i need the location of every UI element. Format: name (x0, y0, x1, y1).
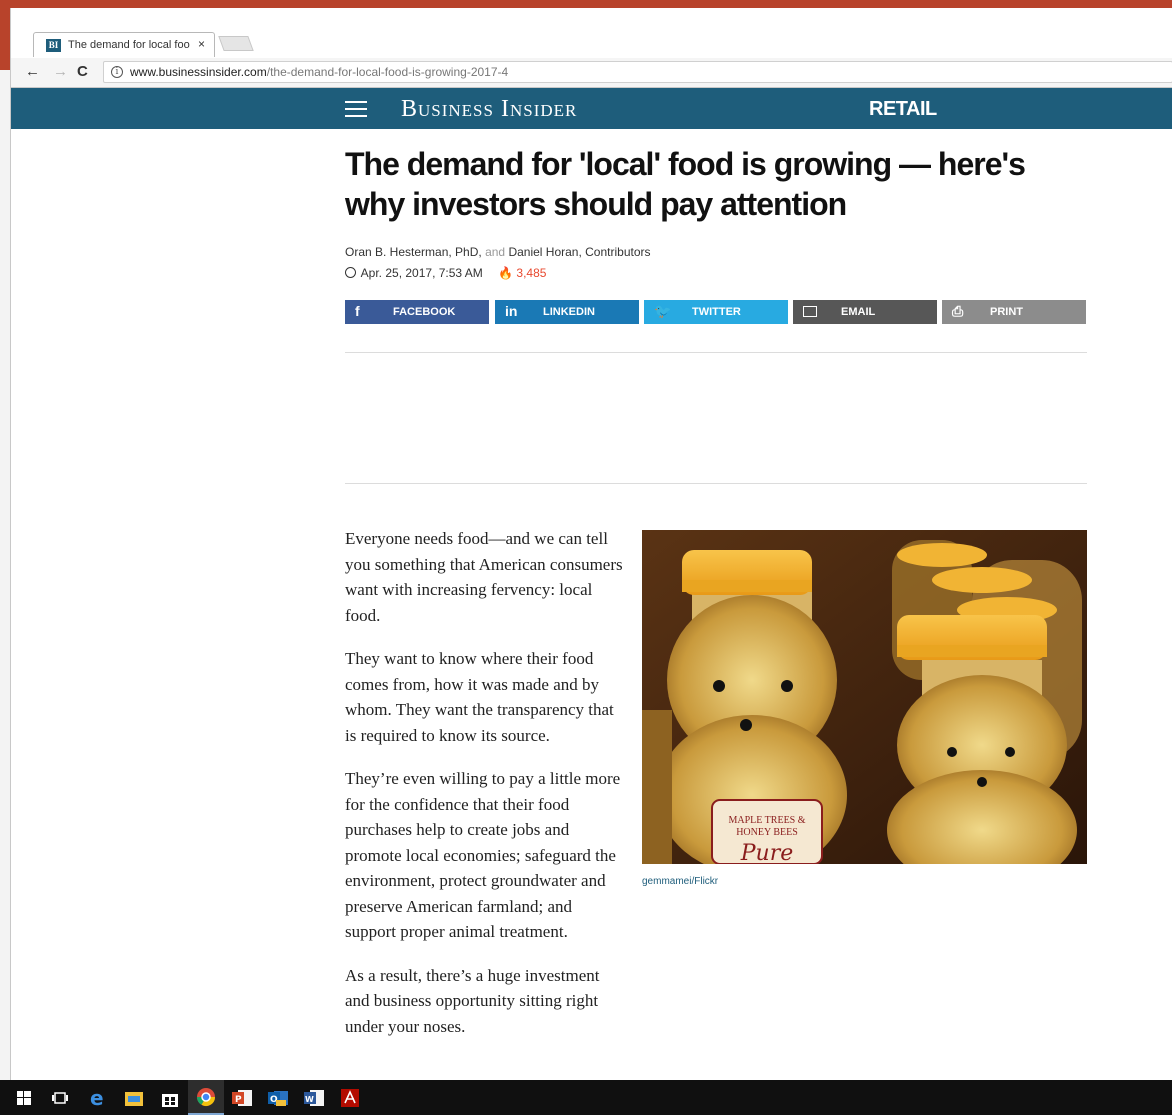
powerpoint-icon[interactable]: P (224, 1080, 260, 1115)
article-body: Everyone needs food—and we can tell you … (345, 526, 625, 1057)
address-bar[interactable]: i www.businessinsider.com/the-demand-for… (103, 61, 1172, 83)
byline: Oran B. Hesterman, PhD, and Daniel Horan… (345, 245, 651, 259)
task-view-icon[interactable] (42, 1080, 78, 1115)
flame-icon: 🔥 (498, 266, 514, 280)
author-link[interactable]: Oran B. Hesterman, PhD, (345, 245, 482, 259)
url-text: www.businessinsider.com/the-demand-for-l… (130, 65, 509, 79)
file-explorer-icon[interactable] (116, 1080, 152, 1115)
share-bar: f FACEBOOK in LINKEDIN 🐦 TWITTER EMAIL ⎙… (345, 300, 1087, 324)
honey-jars-photo: MAPLE TREES & HONEY BEES Pure (642, 530, 1087, 864)
site-header: Business Insider RETAIL (11, 88, 1172, 129)
print-button[interactable]: ⎙ PRINT (942, 300, 1086, 324)
divider (345, 483, 1087, 484)
new-tab-button[interactable] (218, 36, 254, 51)
paragraph: Everyone needs food—and we can tell you … (345, 529, 623, 625)
envelope-icon (803, 306, 817, 317)
close-tab-icon[interactable]: × (198, 37, 205, 51)
acrobat-icon[interactable] (332, 1080, 368, 1115)
view-count: 3,485 (516, 266, 547, 280)
tab-title: The demand for local foo (68, 39, 190, 51)
jar-label-script: Pure (740, 841, 794, 864)
site-info-icon[interactable]: i (111, 66, 123, 78)
jar-label-line2: HONEY BEES (736, 827, 798, 838)
forward-button[interactable]: → (53, 64, 68, 79)
desktop-edge (0, 0, 10, 1080)
outlook-icon[interactable]: O (260, 1080, 296, 1115)
facebook-icon: f (355, 303, 360, 319)
jar-label-line1: MAPLE TREES & (728, 815, 805, 826)
browser-window: BI The demand for local foo × ← → C i ww… (10, 8, 1172, 1080)
menu-icon[interactable] (345, 101, 367, 117)
windows-start-icon[interactable] (6, 1080, 42, 1115)
linkedin-icon: in (505, 303, 518, 319)
article-meta: Apr. 25, 2017, 7:53 AM 🔥 3,485 (345, 266, 546, 280)
linkedin-share-button[interactable]: in LINKEDIN (495, 300, 639, 324)
word-icon[interactable]: W (296, 1080, 332, 1115)
printer-icon: ⎙ (952, 303, 964, 319)
paragraph: As a result, there’s a huge investment a… (345, 965, 600, 1036)
publish-date: Apr. 25, 2017, 7:53 AM (360, 266, 483, 280)
svg-text:e: e (90, 1088, 104, 1108)
svg-text:P: P (235, 1095, 242, 1105)
twitter-icon: 🐦 (654, 303, 672, 319)
svg-text:W: W (305, 1095, 314, 1104)
edge-icon[interactable]: e (80, 1080, 116, 1115)
paragraph: They’re even willing to pay a little mor… (345, 769, 621, 941)
browser-tab[interactable]: BI The demand for local foo × (33, 32, 215, 57)
clock-icon (345, 267, 356, 278)
image-caption[interactable]: gemmamei/Flickr (642, 876, 718, 887)
author-link[interactable]: Daniel Horan, Contributors (508, 245, 650, 259)
taskbar: e P O W (0, 1080, 1172, 1115)
site-logo[interactable]: Business Insider (401, 96, 577, 123)
email-share-button[interactable]: EMAIL (793, 300, 937, 324)
article-headline: The demand for 'local' food is growing —… (345, 146, 1026, 222)
section-label[interactable]: RETAIL (869, 98, 937, 121)
facebook-share-button[interactable]: f FACEBOOK (345, 300, 489, 324)
divider (345, 352, 1087, 353)
store-icon[interactable] (152, 1080, 188, 1115)
paragraph: They want to know where their food comes… (345, 649, 614, 745)
tab-strip: BI The demand for local foo × (11, 8, 1172, 58)
article-image: MAPLE TREES & HONEY BEES Pure (642, 530, 1087, 864)
browser-toolbar: ← → C i www.businessinsider.com/the-dema… (11, 58, 1172, 88)
back-button[interactable]: ← (25, 64, 40, 79)
reload-button[interactable]: C (77, 64, 88, 79)
favicon-icon: BI (46, 39, 61, 52)
twitter-share-button[interactable]: 🐦 TWITTER (644, 300, 788, 324)
chrome-icon[interactable] (188, 1080, 224, 1115)
